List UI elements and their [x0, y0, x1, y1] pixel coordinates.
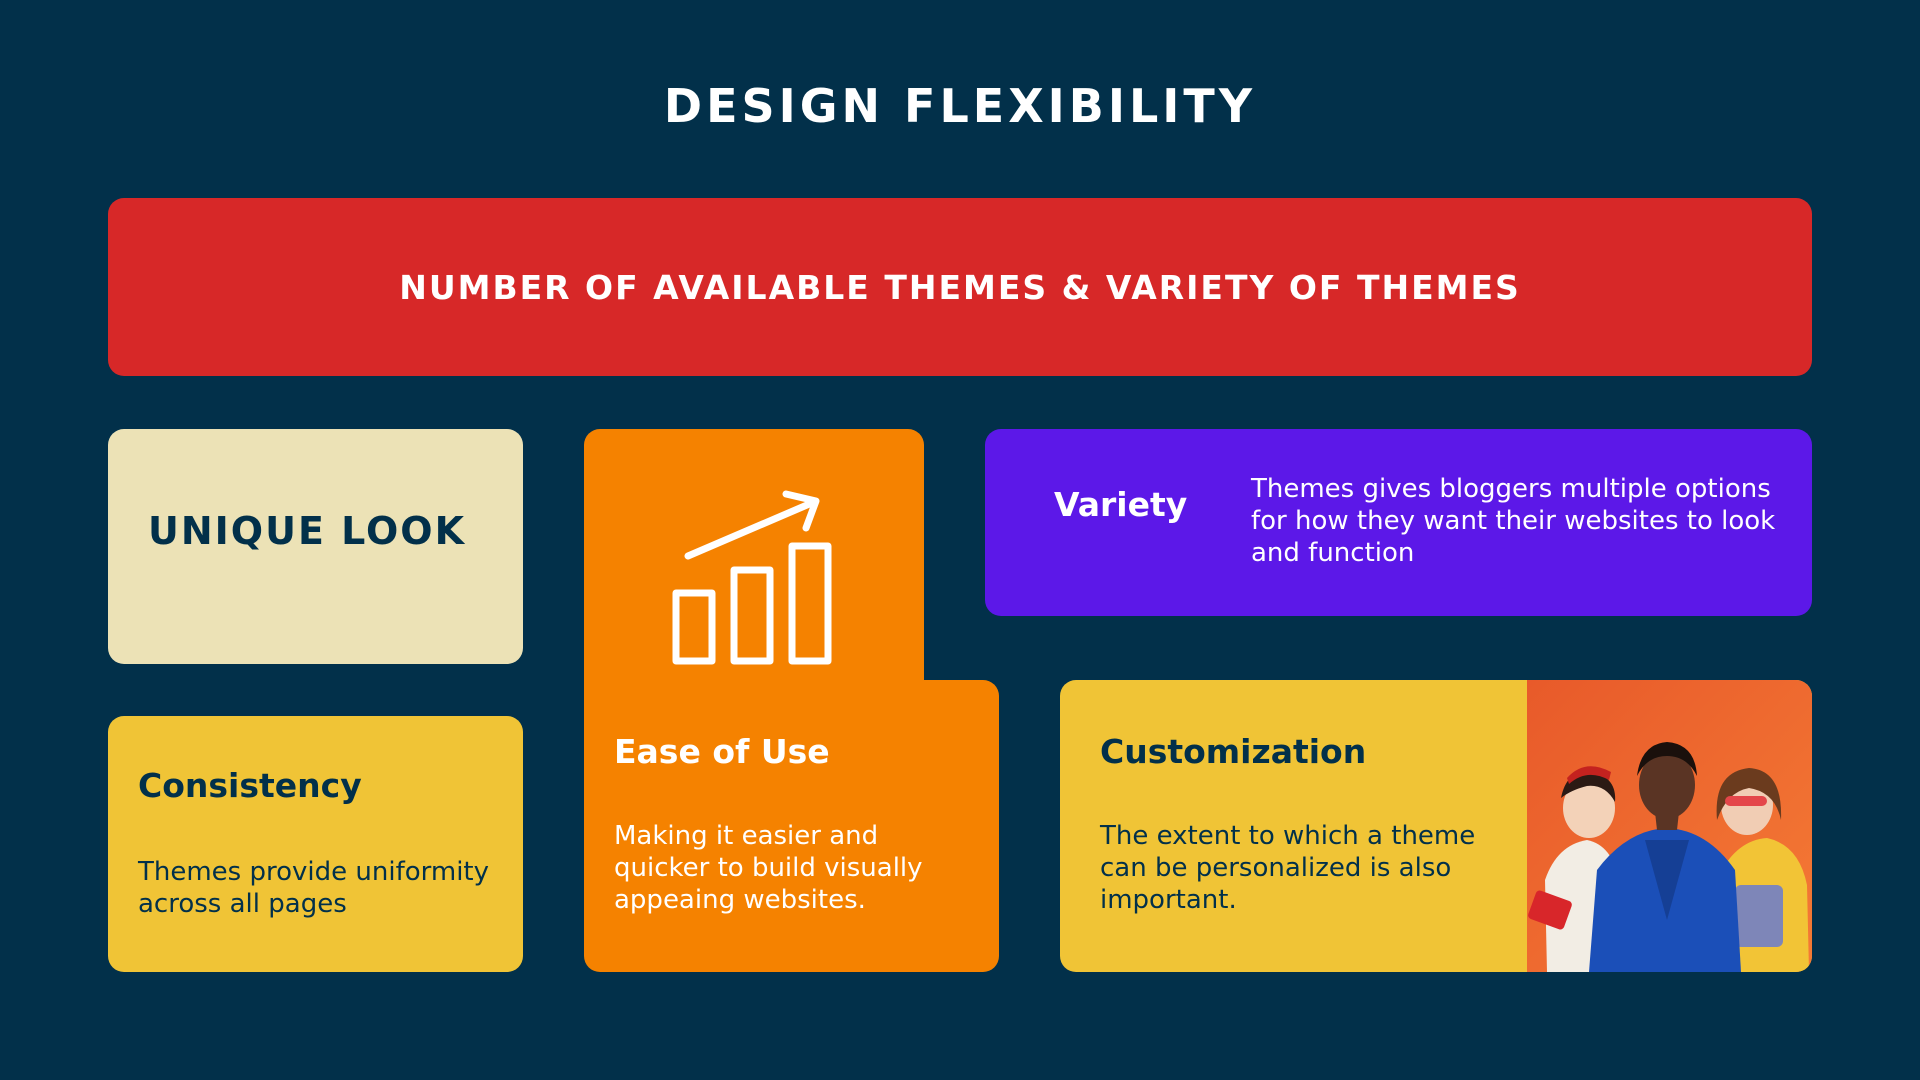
ease-of-use-card: Ease of Use Making it easier and quicker…	[584, 680, 999, 972]
ease-of-use-body: Making it easier and quicker to build vi…	[614, 821, 923, 915]
banner-text: NUMBER OF AVAILABLE THEMES & VARIETY OF …	[399, 267, 1521, 307]
consistency-card: Consistency Themes provide uniformity ac…	[108, 716, 523, 972]
page-title: DESIGN FLEXIBILITY	[663, 79, 1257, 133]
variety-heading: Variety	[1054, 485, 1188, 524]
ease-of-use-heading: Ease of Use	[614, 732, 830, 771]
customization-body: The extent to which a theme can be perso…	[1100, 821, 1476, 915]
customization-card: Customization The extent to which a them…	[1060, 680, 1812, 972]
consistency-heading: Consistency	[138, 766, 362, 805]
three-women-photo	[1527, 680, 1812, 972]
themes-banner: NUMBER OF AVAILABLE THEMES & VARIETY OF …	[108, 198, 1812, 376]
consistency-body: Themes provide uniformity across all pag…	[138, 857, 489, 919]
unique-look-card: UNIQUE LOOK	[108, 429, 523, 664]
variety-body: Themes gives bloggers multiple options f…	[1251, 474, 1776, 568]
customization-heading: Customization	[1100, 732, 1367, 771]
growth-chart-icon	[672, 490, 832, 665]
unique-look-heading: UNIQUE LOOK	[148, 509, 467, 553]
slide: DESIGN FLEXIBILITY NUMBER OF AVAILABLE T…	[0, 0, 1920, 1080]
variety-card: Variety Themes gives bloggers multiple o…	[985, 429, 1812, 616]
